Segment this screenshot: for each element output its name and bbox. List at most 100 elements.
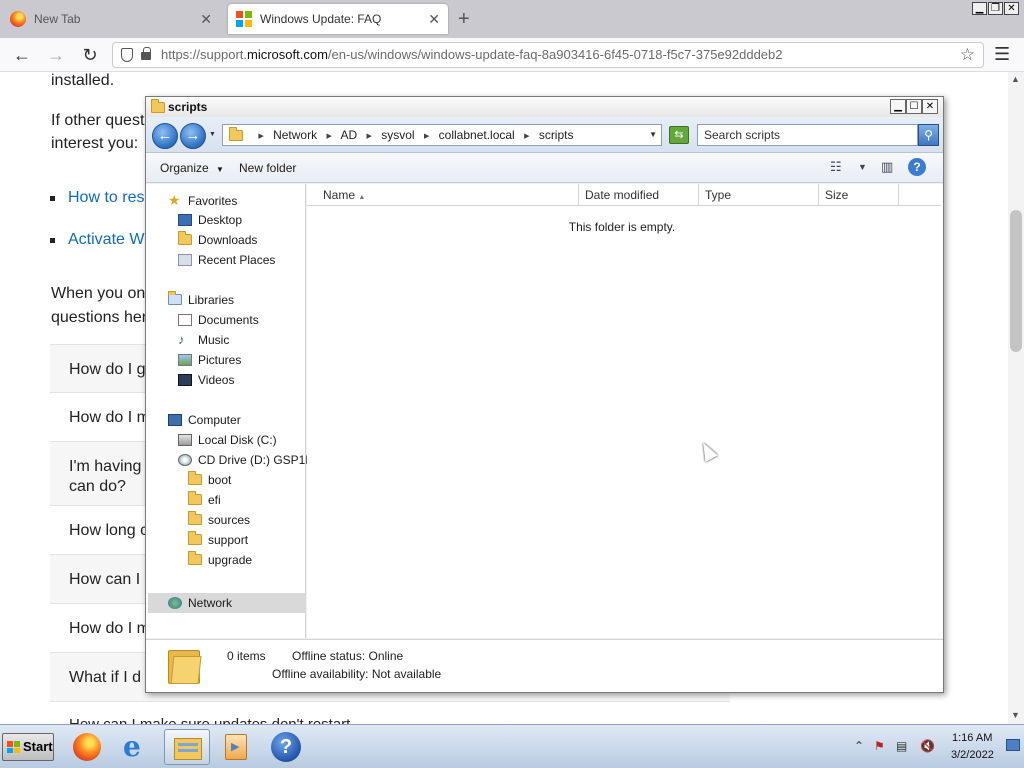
network-tray-icon[interactable]: ▤ xyxy=(896,739,907,753)
page-link[interactable]: How to res xyxy=(68,189,144,207)
taskbar-internet-explorer[interactable]: e xyxy=(114,729,160,765)
nav-folder-sources[interactable]: sources xyxy=(188,510,250,530)
page-scrollbar[interactable]: ▲ ▼ xyxy=(1008,72,1024,724)
nav-folder-efi[interactable]: efi xyxy=(188,490,221,510)
recent-pages-dropdown-icon[interactable]: ▼ xyxy=(209,131,216,138)
reload-icon[interactable]: ↻ xyxy=(78,44,102,66)
preview-pane-icon[interactable]: ▥ xyxy=(881,159,893,175)
search-icon[interactable]: ⚲ xyxy=(918,124,939,146)
taskbar-media-player[interactable] xyxy=(214,729,260,765)
chevron-down-icon[interactable]: ▼ xyxy=(858,162,867,172)
breadcrumb-network[interactable]: Network xyxy=(273,128,317,142)
back-arrow-icon[interactable]: ← xyxy=(10,44,34,66)
tab-new-tab[interactable]: New Tab ✕ xyxy=(6,4,220,34)
close-icon[interactable]: ✕ xyxy=(428,11,440,28)
nav-downloads[interactable]: Downloads xyxy=(178,230,257,250)
hamburger-menu-icon[interactable]: ☰ xyxy=(994,44,1010,65)
browser-tab-bar: New Tab ✕ Windows Update: FAQ ✕ + ▁ ❐ ✕ xyxy=(0,0,1024,38)
view-options-icon[interactable]: ☷ xyxy=(830,159,842,175)
minimize-window-button[interactable]: ▁ xyxy=(972,2,987,15)
media-player-icon xyxy=(225,734,247,760)
nav-folder-support[interactable]: support xyxy=(188,530,248,550)
help-icon[interactable]: ? xyxy=(908,158,926,176)
forward-arrow-icon[interactable]: → xyxy=(180,123,206,149)
breadcrumb-collabnet[interactable]: collabnet.local xyxy=(439,128,515,142)
nav-videos[interactable]: Videos xyxy=(178,370,234,390)
shield-icon[interactable] xyxy=(121,48,133,62)
nav-desktop[interactable]: Desktop xyxy=(178,210,242,230)
lock-icon[interactable] xyxy=(141,47,151,60)
nav-favorites[interactable]: ★ Favorites xyxy=(168,190,237,210)
clock-date[interactable]: 3/2/2022 xyxy=(951,749,994,761)
column-date-modified[interactable]: Date modified xyxy=(579,184,699,206)
scroll-down-icon[interactable]: ▼ xyxy=(1011,710,1020,720)
new-folder-button[interactable]: New folder xyxy=(239,161,296,175)
faq-item-cut: How can I make sure updates don't restar… xyxy=(69,716,350,724)
explorer-title-bar[interactable]: scripts ▁ ☐ ✕ xyxy=(146,97,943,117)
navigation-pane: ★ Favorites Desktop Downloads Recent Plac… xyxy=(146,184,324,638)
column-type[interactable]: Type xyxy=(699,184,819,206)
restore-window-button[interactable]: ❐ xyxy=(988,2,1003,15)
chevron-right-icon[interactable]: ▶ xyxy=(326,133,331,140)
taskbar-firefox[interactable] xyxy=(64,729,110,765)
pictures-icon xyxy=(178,354,192,366)
item-count: 0 items xyxy=(227,649,266,663)
breadcrumb-scripts[interactable]: scripts xyxy=(539,128,574,142)
address-box[interactable]: ▶ Network ▶ AD ▶ sysvol ▶ collabnet.loca… xyxy=(222,124,662,146)
volume-muted-icon[interactable]: 🔇 xyxy=(920,739,935,753)
organize-button[interactable]: Organize ▼ xyxy=(160,161,224,175)
new-tab-plus-icon[interactable]: + xyxy=(458,8,470,31)
nav-documents[interactable]: Documents xyxy=(178,310,259,330)
page-link[interactable]: Activate W xyxy=(68,231,144,249)
nav-music[interactable]: ♪ Music xyxy=(178,330,229,350)
chevron-right-icon[interactable]: ▶ xyxy=(424,133,429,140)
microsoft-logo-icon xyxy=(236,11,252,27)
start-button[interactable]: Start xyxy=(2,733,54,761)
taskbar-help[interactable]: ? xyxy=(264,729,310,765)
close-window-button[interactable]: ✕ xyxy=(1004,2,1019,15)
nav-local-disk[interactable]: Local Disk (C:) xyxy=(178,430,277,450)
show-hidden-icons-icon[interactable]: ⌃ xyxy=(854,739,864,753)
column-size[interactable]: Size xyxy=(819,184,899,206)
scroll-up-icon[interactable]: ▲ xyxy=(1011,74,1020,84)
chevron-right-icon[interactable]: ▶ xyxy=(367,133,372,140)
nav-recent-places[interactable]: Recent Places xyxy=(178,250,275,270)
nav-cd-drive[interactable]: CD Drive (D:) GSP1RM xyxy=(178,450,324,470)
system-tray: ⌃ ⚑ ▤ 🔇 1:16 AM 3/2/2022 xyxy=(848,725,1024,768)
action-center-icon[interactable]: ⚑ xyxy=(874,739,885,753)
show-desktop-button[interactable] xyxy=(1006,739,1020,751)
folder-icon xyxy=(188,491,202,505)
videos-icon xyxy=(178,374,192,386)
taskbar-windows-explorer[interactable] xyxy=(164,729,210,765)
firefox-icon xyxy=(73,733,101,761)
breadcrumb-ad[interactable]: AD xyxy=(341,128,358,142)
forward-arrow-icon[interactable]: → xyxy=(44,44,68,66)
tab-label: New Tab xyxy=(34,12,81,26)
sort-arrow-icon: ▲ xyxy=(358,194,366,201)
nav-folder-boot[interactable]: boot xyxy=(188,470,231,490)
nav-folder-upgrade[interactable]: upgrade xyxy=(188,550,252,570)
page-text: interest you: xyxy=(51,135,139,152)
chevron-right-icon[interactable]: ▶ xyxy=(524,133,529,140)
back-arrow-icon[interactable]: ← xyxy=(152,123,178,149)
nav-pictures[interactable]: Pictures xyxy=(178,350,241,370)
chevron-right-icon[interactable]: ▶ xyxy=(258,133,263,140)
close-icon[interactable]: ✕ xyxy=(200,11,212,28)
close-button[interactable]: ✕ xyxy=(922,99,938,114)
scrollbar-thumb[interactable] xyxy=(1010,210,1022,352)
refresh-icon[interactable]: ⇆ xyxy=(669,126,689,144)
clock-time[interactable]: 1:16 AM xyxy=(952,732,992,744)
nav-network[interactable]: Network xyxy=(168,593,232,613)
nav-computer[interactable]: Computer xyxy=(168,410,241,430)
breadcrumb-sysvol[interactable]: sysvol xyxy=(381,128,414,142)
maximize-button[interactable]: ☐ xyxy=(906,99,922,114)
url-bar[interactable]: https://support.microsoft.com/en-us/wind… xyxy=(112,42,984,68)
minimize-button[interactable]: ▁ xyxy=(890,99,906,114)
chevron-down-icon[interactable]: ▼ xyxy=(649,125,657,145)
bookmark-star-icon[interactable]: ☆ xyxy=(960,43,975,67)
column-name[interactable]: Name ▲ xyxy=(307,184,579,206)
tab-windows-update-faq[interactable]: Windows Update: FAQ ✕ xyxy=(228,4,448,34)
search-input[interactable]: Search scripts xyxy=(697,124,918,146)
nav-libraries[interactable]: Libraries xyxy=(168,290,234,310)
folder-icon xyxy=(188,511,202,525)
